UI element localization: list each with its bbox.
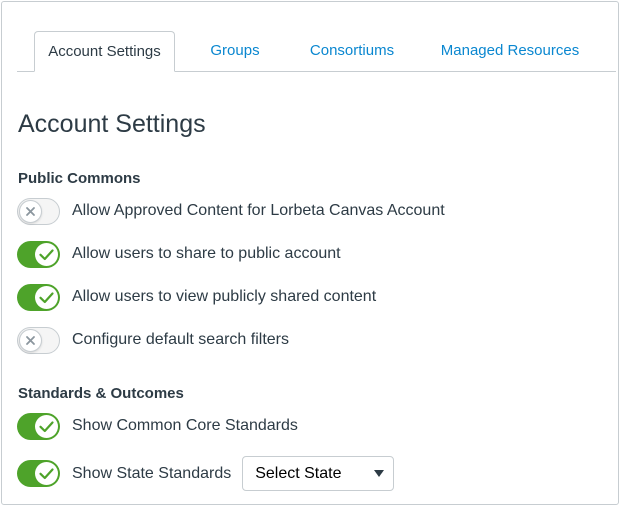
tab-consortiums[interactable]: Consortiums xyxy=(304,31,400,71)
setting-label: Show State Standards xyxy=(72,464,232,482)
setting-label: Allow users to view publicly shared cont… xyxy=(72,288,377,305)
setting-label: Show Common Core Standards xyxy=(72,417,298,434)
view-shared-toggle[interactable] xyxy=(17,283,60,311)
checkmark-icon xyxy=(39,248,54,260)
state-standards-toggle[interactable] xyxy=(17,460,60,487)
setting-row-state-standards: Show State Standards Select State xyxy=(17,456,395,491)
section-heading-public-commons: Public Commons xyxy=(18,170,141,187)
tab-groups[interactable]: Groups xyxy=(207,31,263,71)
tab-bar: Account Settings Groups Consortiums Mana… xyxy=(17,31,616,72)
setting-row-view-shared: Allow users to view publicly shared cont… xyxy=(17,283,376,311)
checkmark-icon xyxy=(39,291,54,303)
tab-managed-resources[interactable]: Managed Resources xyxy=(437,31,583,71)
setting-row-approved-content: Allow Approved Content for Lorbeta Canva… xyxy=(17,197,445,225)
tab-account-settings[interactable]: Account Settings xyxy=(34,31,175,72)
common-core-toggle[interactable] xyxy=(17,412,60,440)
setting-row-common-core: Show Common Core Standards xyxy=(17,412,298,440)
section-heading-standards-outcomes: Standards & Outcomes xyxy=(18,385,184,402)
toggle-knob xyxy=(35,285,58,309)
checkmark-icon xyxy=(39,468,54,480)
state-select[interactable]: Select State xyxy=(242,456,395,491)
toggle-knob xyxy=(35,414,58,438)
toggle-knob xyxy=(19,199,42,223)
setting-row-search-filters: Configure default search filters xyxy=(17,326,289,354)
toggle-knob xyxy=(19,328,42,352)
setting-row-share-public: Allow users to share to public account xyxy=(17,240,341,268)
setting-label: Configure default search filters xyxy=(72,331,289,348)
checkmark-icon xyxy=(39,420,54,432)
toggle-knob xyxy=(35,462,58,485)
page-title: Account Settings xyxy=(18,110,206,138)
share-public-toggle[interactable] xyxy=(17,240,60,268)
setting-label: Allow users to share to public account xyxy=(72,245,341,262)
approved-content-toggle[interactable] xyxy=(17,197,60,225)
x-icon xyxy=(26,206,35,216)
toggle-knob xyxy=(35,242,58,266)
state-select-value: Select State xyxy=(255,465,342,482)
setting-label: Allow Approved Content for Lorbeta Canva… xyxy=(72,202,445,219)
caret-down-icon xyxy=(374,470,385,477)
search-filters-toggle[interactable] xyxy=(17,326,60,354)
x-icon xyxy=(26,335,35,345)
settings-panel: Account Settings Groups Consortiums Mana… xyxy=(1,1,619,505)
